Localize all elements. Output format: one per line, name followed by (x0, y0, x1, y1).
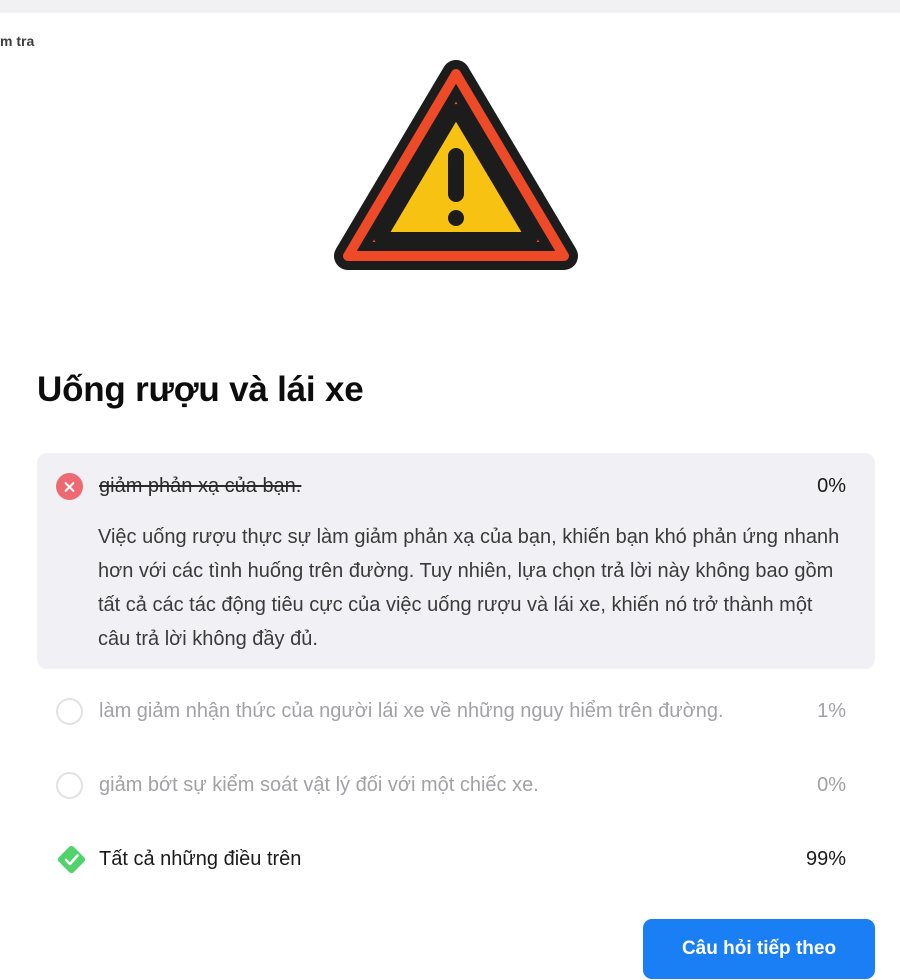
answer-label: giảm phản xạ của bạn. (99, 475, 302, 497)
answer-option-correct[interactable]: Tất cả những điều trên 99% (37, 834, 875, 884)
answer-percent: 1% (817, 700, 846, 722)
answer-explanation: Việc uống rượu thực sự làm giảm phản xạ … (98, 526, 840, 650)
answer-label: giảm bớt sự kiểm soát vật lý đối với một… (99, 774, 539, 796)
answer-percent: 0% (817, 475, 846, 497)
breadcrumb: m tra (0, 33, 35, 49)
answer-label: làm giảm nhận thức của người lái xe về n… (99, 700, 724, 722)
next-question-button[interactable]: Câu hỏi tiếp theo (643, 919, 875, 979)
answer-label: Tất cả những điều trên (99, 848, 302, 870)
answer-option-selected[interactable]: giảm phản xạ của bạn. 0% Việc uống rượu … (37, 453, 875, 669)
answer-option[interactable]: giảm bớt sự kiểm soát vật lý đối với một… (37, 760, 875, 810)
correct-check-icon (56, 844, 87, 875)
answer-option[interactable]: làm giảm nhận thức của người lái xe về n… (37, 686, 875, 736)
warning-triangle-icon (328, 60, 584, 292)
wrong-x-icon (56, 473, 83, 500)
question-title: Uống rượu và lái xe (37, 370, 364, 409)
radio-circle-icon[interactable] (56, 698, 83, 725)
answer-percent: 0% (817, 774, 846, 796)
answer-percent: 99% (805, 848, 846, 870)
radio-circle-icon[interactable] (56, 772, 83, 799)
top-strip (0, 0, 900, 13)
